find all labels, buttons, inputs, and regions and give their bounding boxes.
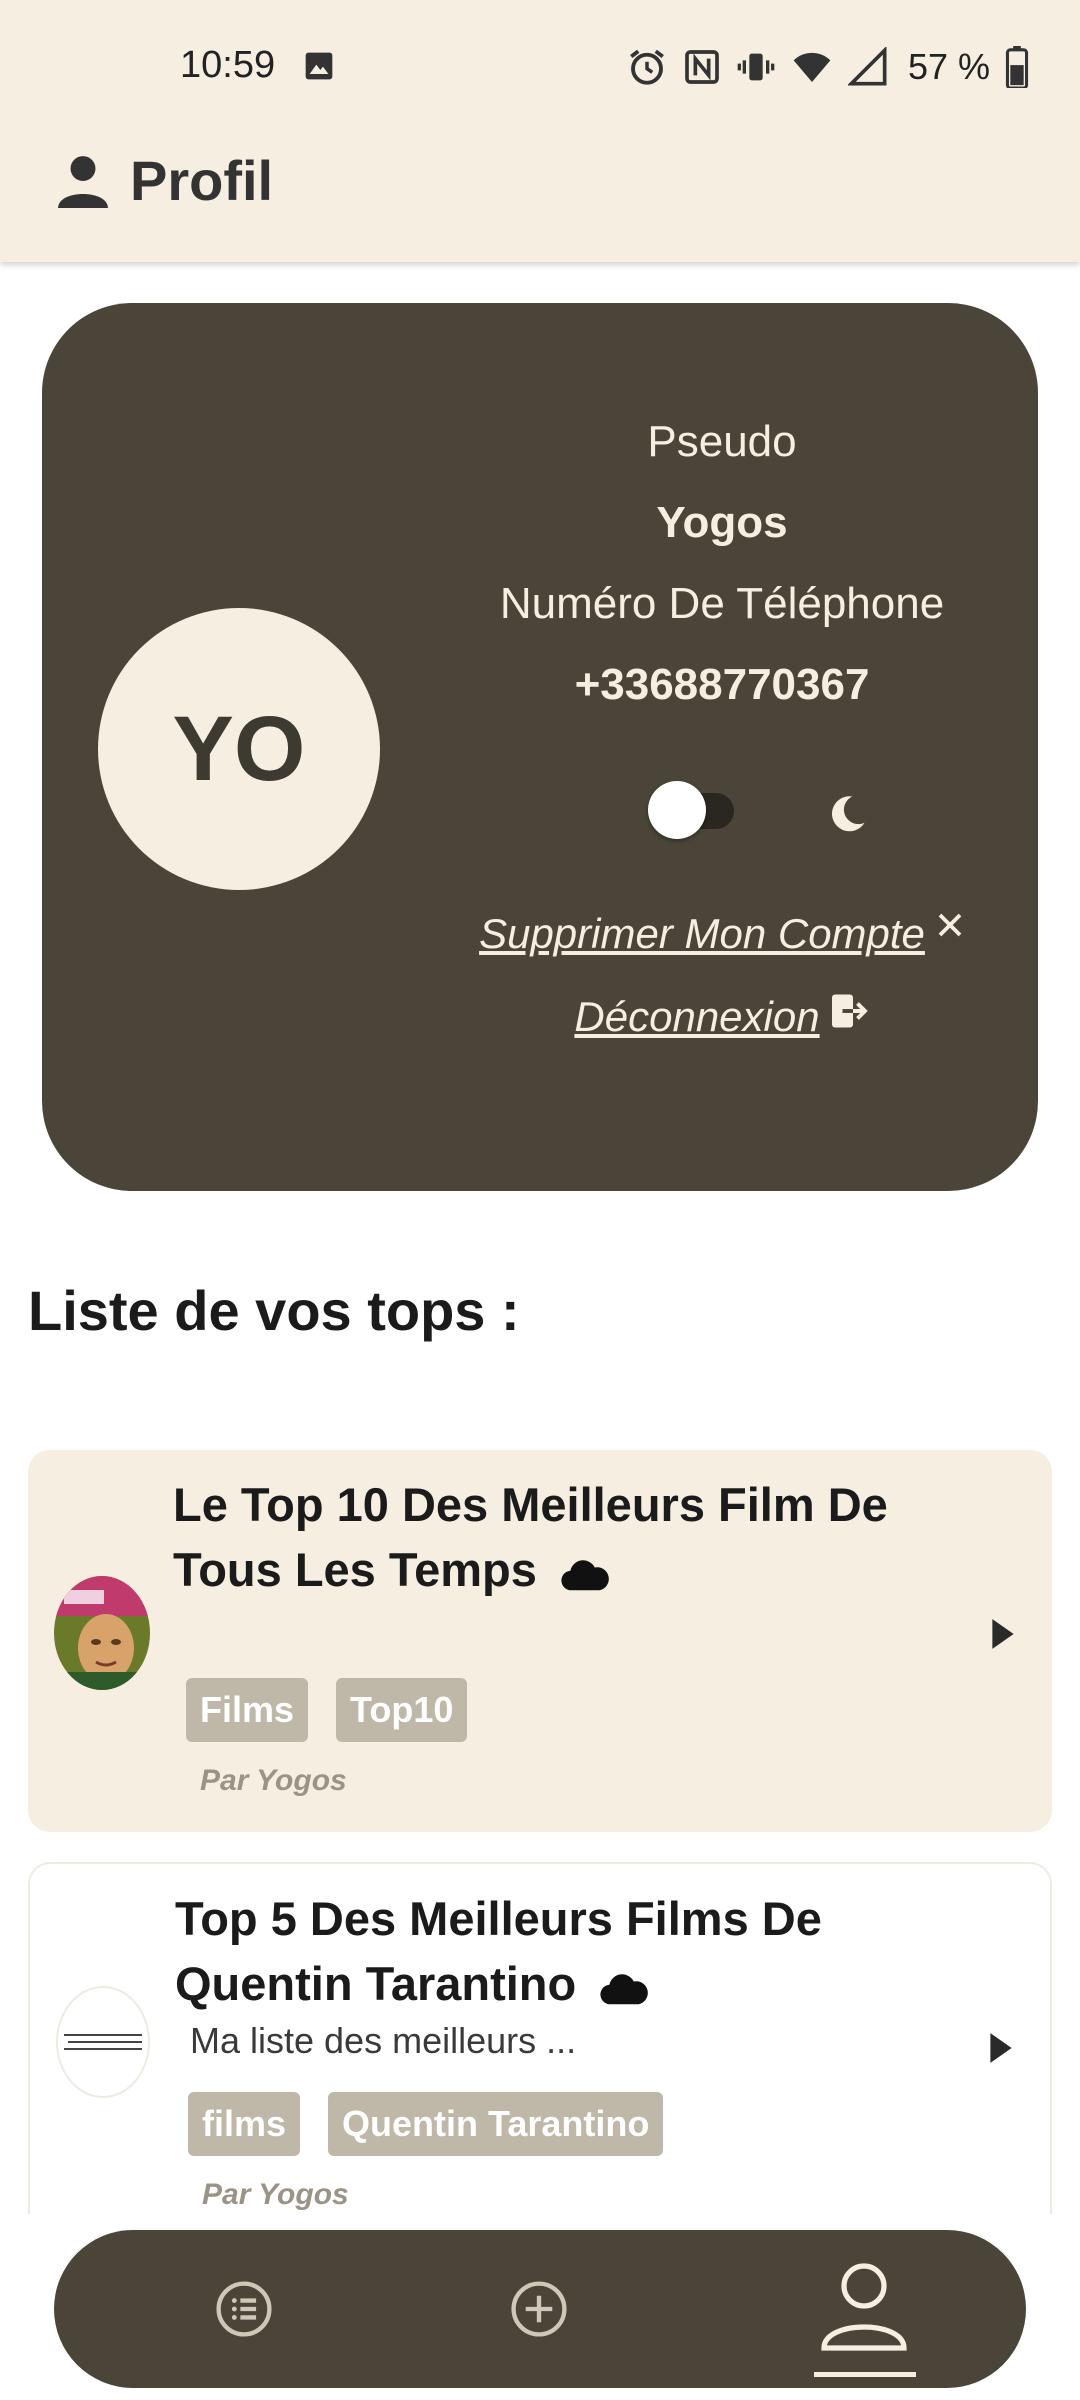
app-header: 10:59 57 % Profil xyxy=(0,0,1080,262)
battery-percentage: 57 % xyxy=(907,46,990,87)
pseudo-value: Yogos xyxy=(656,498,788,547)
tag: Quentin Tarantino xyxy=(328,2092,664,2156)
profile-card: YO Pseudo Yogos Numéro De Téléphone +336… xyxy=(42,303,1038,1191)
logout-link[interactable]: Déconnexion xyxy=(422,993,1022,1041)
top-title[interactable]: Le Top 10 Des Meilleurs Film De Tous Les… xyxy=(173,1472,933,1602)
nfc-icon xyxy=(685,50,719,84)
phone-value: +33688770367 xyxy=(574,660,870,709)
logout-label[interactable]: Déconnexion xyxy=(574,993,819,1041)
profile-icon[interactable] xyxy=(818,2260,910,2358)
list-icon[interactable] xyxy=(215,2280,273,2338)
section-title: Liste de vos tops : xyxy=(28,1279,520,1342)
nav-item-add[interactable] xyxy=(459,2230,619,2388)
bottom-navigation xyxy=(54,2230,1026,2388)
top-title-text[interactable]: Le Top 10 Des Meilleurs Film De Tous Les… xyxy=(173,1478,888,1596)
phone-label: Numéro De Téléphone xyxy=(499,579,945,628)
list-lines-icon xyxy=(64,2034,142,2050)
add-icon[interactable] xyxy=(510,2280,568,2338)
nav-item-profile[interactable] xyxy=(784,2230,944,2388)
page-title: Profil xyxy=(130,149,274,212)
theme-toggle-row xyxy=(422,763,1022,843)
toggle-knob[interactable] xyxy=(648,781,706,839)
battery-icon xyxy=(1005,46,1029,88)
vibrate-icon xyxy=(737,53,775,81)
list-thumbnail xyxy=(56,1986,150,2098)
avatar-initials: YO xyxy=(172,697,306,800)
tag-list: Films Top10 xyxy=(186,1678,468,1742)
header-title-group: Profil xyxy=(58,148,273,213)
top-title-text[interactable]: Top 5 Des Meilleurs Films De Quentin Tar… xyxy=(175,1892,822,2010)
cloud-icon xyxy=(600,1973,649,2004)
cloud-icon xyxy=(561,1559,609,1590)
status-time: 10:59 xyxy=(180,44,276,86)
person-icon xyxy=(58,155,108,208)
close-icon[interactable] xyxy=(935,910,965,940)
chevron-right-icon[interactable] xyxy=(988,2031,1014,2065)
moon-icon xyxy=(831,796,865,832)
delete-account-link[interactable]: Supprimer Mon Compte xyxy=(422,910,1022,958)
gallery-notification-icon xyxy=(305,52,333,80)
signal-icon xyxy=(847,47,887,86)
movie-poster-image xyxy=(54,1576,150,1690)
top-card[interactable]: Le Top 10 Des Meilleurs Film De Tous Les… xyxy=(28,1450,1052,1832)
avatar: YO xyxy=(98,608,380,890)
alarm-icon xyxy=(630,49,664,85)
delete-account-label[interactable]: Supprimer Mon Compte xyxy=(479,910,925,958)
top-description: Ma liste des meilleurs ... xyxy=(190,2020,577,2061)
tag-list: films Quentin Tarantino xyxy=(188,2092,664,2156)
tag: films xyxy=(188,2092,301,2156)
tag: Top10 xyxy=(336,1678,468,1742)
status-icons: 57 % xyxy=(626,44,1030,90)
top-card[interactable]: Top 5 Des Meilleurs Films De Quentin Tar… xyxy=(28,1862,1052,2214)
author-label: Par Yogos xyxy=(202,2178,349,2211)
tops-list[interactable]: Le Top 10 Des Meilleurs Film De Tous Les… xyxy=(0,1440,1080,2214)
active-tab-indicator xyxy=(814,2372,916,2377)
tag: Films xyxy=(186,1678,309,1742)
nav-item-list[interactable] xyxy=(164,2230,324,2388)
chevron-right-icon[interactable] xyxy=(990,1617,1016,1651)
wifi-icon xyxy=(793,52,831,82)
movie-poster-thumbnail xyxy=(54,1576,150,1690)
top-title[interactable]: Top 5 Des Meilleurs Films De Quentin Tar… xyxy=(175,1886,935,2016)
author-label: Par Yogos xyxy=(200,1764,347,1797)
logout-icon[interactable] xyxy=(830,993,870,1029)
pseudo-label: Pseudo xyxy=(647,417,797,466)
